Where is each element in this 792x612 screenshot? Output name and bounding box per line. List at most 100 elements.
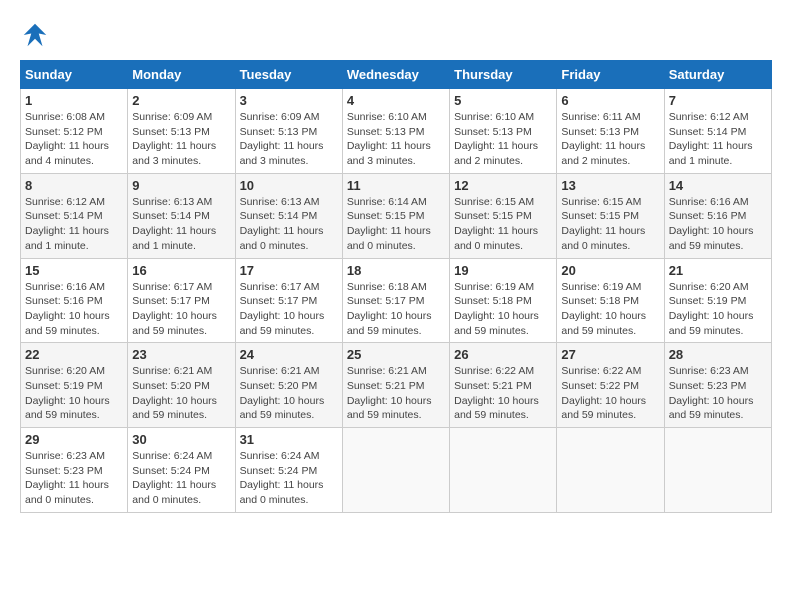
calendar-body: 1 Sunrise: 6:08 AMSunset: 5:12 PMDaylight… [21,89,772,513]
day-info: Sunrise: 6:19 AMSunset: 5:18 PMDaylight:… [561,280,659,339]
day-number: 24 [240,347,338,362]
day-info: Sunrise: 6:15 AMSunset: 5:15 PMDaylight:… [561,195,659,254]
day-number: 17 [240,263,338,278]
day-number: 15 [25,263,123,278]
calendar-cell: 23 Sunrise: 6:21 AMSunset: 5:20 PMDayligh… [128,343,235,428]
day-info: Sunrise: 6:21 AMSunset: 5:20 PMDaylight:… [132,364,230,423]
page-header [20,20,772,50]
calendar-cell: 22Sunrise: 6:20 AMSunset: 5:19 PMDayligh… [21,343,128,428]
day-info: Sunrise: 6:13 AMSunset: 5:14 PMDaylight:… [240,195,338,254]
calendar-cell [342,428,449,513]
day-number: 25 [347,347,445,362]
calendar-cell: 24 Sunrise: 6:21 AMSunset: 5:20 PMDayligh… [235,343,342,428]
calendar-cell: 30 Sunrise: 6:24 AMSunset: 5:24 PMDayligh… [128,428,235,513]
calendar-cell: 5 Sunrise: 6:10 AMSunset: 5:13 PMDaylight… [450,89,557,174]
calendar-week-4: 22Sunrise: 6:20 AMSunset: 5:19 PMDayligh… [21,343,772,428]
calendar-cell: 21 Sunrise: 6:20 AMSunset: 5:19 PMDayligh… [664,258,771,343]
day-info: Sunrise: 6:10 AMSunset: 5:13 PMDaylight:… [347,110,445,169]
day-number: 20 [561,263,659,278]
day-info: Sunrise: 6:20 AMSunset: 5:19 PMDaylight:… [669,280,767,339]
day-info: Sunrise: 6:12 AMSunset: 5:14 PMDaylight:… [669,110,767,169]
day-header-wednesday: Wednesday [342,61,449,89]
day-info: Sunrise: 6:15 AMSunset: 5:15 PMDaylight:… [454,195,552,254]
calendar-cell: 6 Sunrise: 6:11 AMSunset: 5:13 PMDaylight… [557,89,664,174]
day-info: Sunrise: 6:23 AMSunset: 5:23 PMDaylight:… [669,364,767,423]
day-info: Sunrise: 6:08 AMSunset: 5:12 PMDaylight:… [25,110,123,169]
day-number: 19 [454,263,552,278]
day-info: Sunrise: 6:20 AMSunset: 5:19 PMDaylight:… [25,364,123,423]
day-info: Sunrise: 6:09 AMSunset: 5:13 PMDaylight:… [132,110,230,169]
day-number: 21 [669,263,767,278]
day-number: 1 [25,93,123,108]
calendar-cell: 18 Sunrise: 6:18 AMSunset: 5:17 PMDayligh… [342,258,449,343]
calendar-table: SundayMondayTuesdayWednesdayThursdayFrid… [20,60,772,513]
day-info: Sunrise: 6:10 AMSunset: 5:13 PMDaylight:… [454,110,552,169]
day-info: Sunrise: 6:24 AMSunset: 5:24 PMDaylight:… [132,449,230,508]
calendar-cell: 2 Sunrise: 6:09 AMSunset: 5:13 PMDaylight… [128,89,235,174]
calendar-cell: 13 Sunrise: 6:15 AMSunset: 5:15 PMDayligh… [557,173,664,258]
logo-icon [20,20,50,50]
calendar-cell: 26 Sunrise: 6:22 AMSunset: 5:21 PMDayligh… [450,343,557,428]
day-number: 13 [561,178,659,193]
day-info: Sunrise: 6:16 AMSunset: 5:16 PMDaylight:… [25,280,123,339]
day-number: 9 [132,178,230,193]
logo [20,20,54,50]
day-info: Sunrise: 6:22 AMSunset: 5:21 PMDaylight:… [454,364,552,423]
calendar-cell: 17 Sunrise: 6:17 AMSunset: 5:17 PMDayligh… [235,258,342,343]
day-number: 3 [240,93,338,108]
day-header-sunday: Sunday [21,61,128,89]
calendar-cell: 7 Sunrise: 6:12 AMSunset: 5:14 PMDaylight… [664,89,771,174]
day-number: 28 [669,347,767,362]
calendar-cell: 11Sunrise: 6:14 AMSunset: 5:15 PMDayligh… [342,173,449,258]
calendar-cell: 10 Sunrise: 6:13 AMSunset: 5:14 PMDayligh… [235,173,342,258]
day-info: Sunrise: 6:24 AMSunset: 5:24 PMDaylight:… [240,449,338,508]
calendar-cell: 31 Sunrise: 6:24 AMSunset: 5:24 PMDayligh… [235,428,342,513]
calendar-cell: 19Sunrise: 6:19 AMSunset: 5:18 PMDayligh… [450,258,557,343]
day-info: Sunrise: 6:17 AMSunset: 5:17 PMDaylight:… [240,280,338,339]
calendar-cell: 20 Sunrise: 6:19 AMSunset: 5:18 PMDayligh… [557,258,664,343]
day-number: 4 [347,93,445,108]
day-number: 7 [669,93,767,108]
calendar-cell: 8 Sunrise: 6:12 AMSunset: 5:14 PMDaylight… [21,173,128,258]
day-info: Sunrise: 6:18 AMSunset: 5:17 PMDaylight:… [347,280,445,339]
day-info: Sunrise: 6:21 AMSunset: 5:21 PMDaylight:… [347,364,445,423]
day-number: 2 [132,93,230,108]
calendar-cell: 9Sunrise: 6:13 AMSunset: 5:14 PMDaylight… [128,173,235,258]
day-number: 18 [347,263,445,278]
calendar-cell: 29 Sunrise: 6:23 AMSunset: 5:23 PMDayligh… [21,428,128,513]
day-number: 12 [454,178,552,193]
day-header-friday: Friday [557,61,664,89]
calendar-cell: 15 Sunrise: 6:16 AMSunset: 5:16 PMDayligh… [21,258,128,343]
calendar-week-3: 15 Sunrise: 6:16 AMSunset: 5:16 PMDayligh… [21,258,772,343]
calendar-cell: 1 Sunrise: 6:08 AMSunset: 5:12 PMDaylight… [21,89,128,174]
calendar-cell [450,428,557,513]
day-info: Sunrise: 6:12 AMSunset: 5:14 PMDaylight:… [25,195,123,254]
day-number: 6 [561,93,659,108]
day-number: 14 [669,178,767,193]
day-number: 29 [25,432,123,447]
calendar-header: SundayMondayTuesdayWednesdayThursdayFrid… [21,61,772,89]
day-number: 8 [25,178,123,193]
calendar-cell: 3 Sunrise: 6:09 AMSunset: 5:13 PMDaylight… [235,89,342,174]
day-number: 10 [240,178,338,193]
calendar-cell: 28 Sunrise: 6:23 AMSunset: 5:23 PMDayligh… [664,343,771,428]
calendar-cell: 16Sunrise: 6:17 AMSunset: 5:17 PMDayligh… [128,258,235,343]
day-header-monday: Monday [128,61,235,89]
day-number: 30 [132,432,230,447]
day-info: Sunrise: 6:09 AMSunset: 5:13 PMDaylight:… [240,110,338,169]
day-header-thursday: Thursday [450,61,557,89]
day-number: 31 [240,432,338,447]
day-info: Sunrise: 6:23 AMSunset: 5:23 PMDaylight:… [25,449,123,508]
day-info: Sunrise: 6:21 AMSunset: 5:20 PMDaylight:… [240,364,338,423]
day-header-tuesday: Tuesday [235,61,342,89]
day-info: Sunrise: 6:16 AMSunset: 5:16 PMDaylight:… [669,195,767,254]
day-number: 11 [347,178,445,193]
day-number: 5 [454,93,552,108]
calendar-cell: 14 Sunrise: 6:16 AMSunset: 5:16 PMDayligh… [664,173,771,258]
day-number: 23 [132,347,230,362]
day-info: Sunrise: 6:11 AMSunset: 5:13 PMDaylight:… [561,110,659,169]
day-number: 26 [454,347,552,362]
calendar-week-5: 29 Sunrise: 6:23 AMSunset: 5:23 PMDayligh… [21,428,772,513]
day-info: Sunrise: 6:22 AMSunset: 5:22 PMDaylight:… [561,364,659,423]
calendar-cell: 4 Sunrise: 6:10 AMSunset: 5:13 PMDaylight… [342,89,449,174]
